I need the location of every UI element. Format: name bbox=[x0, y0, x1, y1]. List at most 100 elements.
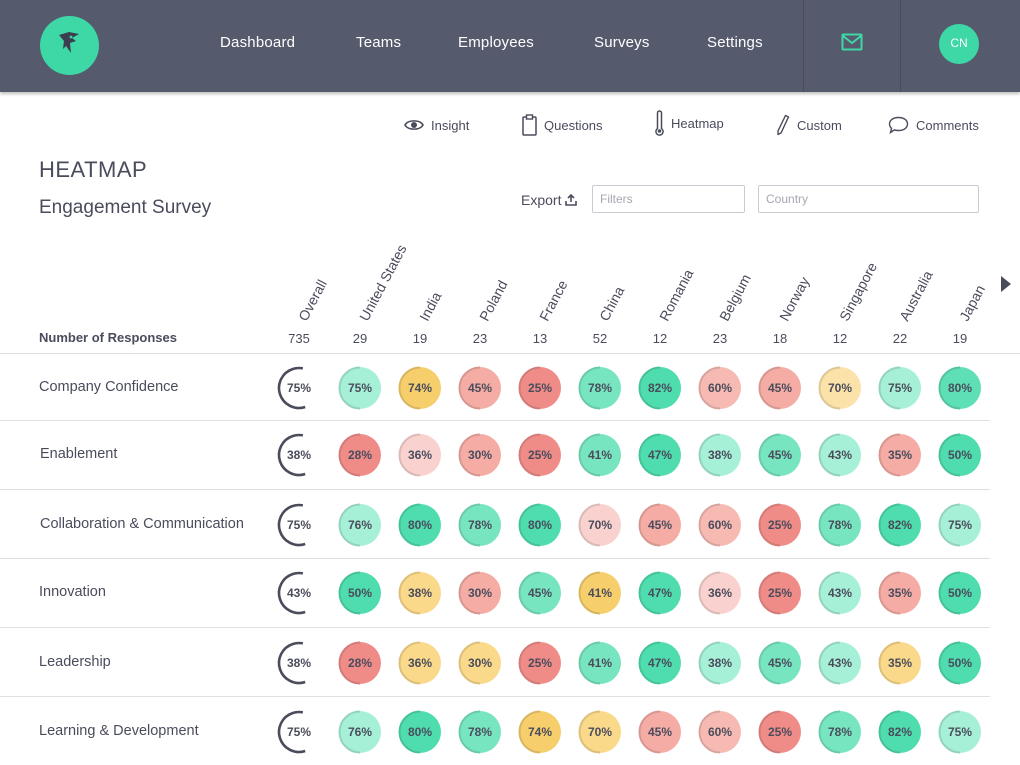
heat-cell[interactable]: 41% bbox=[578, 571, 622, 615]
overall-gauge[interactable]: 43% bbox=[276, 570, 322, 616]
tab-heatmap[interactable]: Heatmap bbox=[655, 110, 724, 136]
nav-teams[interactable]: Teams bbox=[356, 34, 401, 51]
gauge-value: 38% bbox=[286, 656, 312, 670]
heat-cell[interactable]: 25% bbox=[518, 641, 562, 685]
heat-cell[interactable]: 47% bbox=[638, 641, 682, 685]
heat-cell[interactable]: 47% bbox=[638, 433, 682, 477]
heat-cell[interactable]: 78% bbox=[818, 503, 862, 547]
heat-cell[interactable]: 80% bbox=[518, 503, 562, 547]
heat-cell[interactable]: 50% bbox=[938, 433, 982, 477]
heat-cell[interactable]: 25% bbox=[518, 433, 562, 477]
heat-cell[interactable]: 47% bbox=[638, 571, 682, 615]
heat-cell[interactable]: 76% bbox=[338, 710, 382, 754]
heat-cell[interactable]: 78% bbox=[458, 710, 502, 754]
heat-cell[interactable]: 41% bbox=[578, 641, 622, 685]
heat-cell[interactable]: 80% bbox=[398, 710, 442, 754]
nav-surveys[interactable]: Surveys bbox=[594, 34, 650, 51]
heat-cell[interactable]: 76% bbox=[338, 503, 382, 547]
heat-cell[interactable]: 75% bbox=[338, 366, 382, 410]
heat-cell[interactable]: 78% bbox=[818, 710, 862, 754]
heat-cell[interactable]: 60% bbox=[698, 366, 742, 410]
heat-cell[interactable]: 38% bbox=[398, 571, 442, 615]
chevron-right-icon[interactable] bbox=[1000, 275, 1012, 293]
tab-custom-label: Custom bbox=[797, 117, 842, 133]
overall-gauge[interactable]: 38% bbox=[276, 432, 322, 478]
page-subtitle: Engagement Survey bbox=[39, 197, 212, 218]
heat-cell[interactable]: 30% bbox=[458, 571, 502, 615]
row-label[interactable]: Company Confidence bbox=[39, 379, 178, 395]
row-label[interactable]: Leadership bbox=[39, 654, 111, 670]
heat-cell[interactable]: 74% bbox=[398, 366, 442, 410]
row-label[interactable]: Learning & Development bbox=[39, 723, 199, 739]
heat-cell[interactable]: 43% bbox=[818, 641, 862, 685]
heat-cell[interactable]: 41% bbox=[578, 433, 622, 477]
heat-cell[interactable]: 30% bbox=[458, 433, 502, 477]
heat-cell[interactable]: 80% bbox=[398, 503, 442, 547]
heat-cell[interactable]: 36% bbox=[398, 641, 442, 685]
heat-cell[interactable]: 28% bbox=[338, 641, 382, 685]
heat-cell[interactable]: 78% bbox=[578, 366, 622, 410]
heat-cell[interactable]: 38% bbox=[698, 433, 742, 477]
nav-employees[interactable]: Employees bbox=[458, 34, 534, 51]
heat-cell[interactable]: 25% bbox=[758, 710, 802, 754]
heat-cell[interactable]: 25% bbox=[518, 366, 562, 410]
heat-cell[interactable]: 28% bbox=[338, 433, 382, 477]
tab-comments[interactable]: Comments bbox=[888, 113, 979, 137]
heat-cell[interactable]: 30% bbox=[458, 641, 502, 685]
export-button[interactable]: Export bbox=[521, 192, 578, 208]
heat-cell[interactable]: 50% bbox=[938, 571, 982, 615]
heat-cell[interactable]: 60% bbox=[698, 503, 742, 547]
heat-cell[interactable]: 36% bbox=[698, 571, 742, 615]
heat-cell[interactable]: 78% bbox=[458, 503, 502, 547]
heat-cell[interactable]: 35% bbox=[878, 641, 922, 685]
heat-cell[interactable]: 45% bbox=[638, 710, 682, 754]
heat-cell[interactable]: 45% bbox=[758, 366, 802, 410]
tab-questions[interactable]: Questions bbox=[522, 113, 603, 137]
heat-cell[interactable]: 74% bbox=[518, 710, 562, 754]
heat-cell[interactable]: 25% bbox=[758, 503, 802, 547]
country-input[interactable] bbox=[758, 185, 979, 213]
overall-gauge[interactable]: 38% bbox=[276, 640, 322, 686]
heat-cell[interactable]: 50% bbox=[338, 571, 382, 615]
mail-button[interactable] bbox=[841, 33, 863, 56]
heat-cell[interactable]: 70% bbox=[818, 366, 862, 410]
row-label[interactable]: Enablement bbox=[40, 446, 117, 462]
response-count: 735 bbox=[288, 331, 310, 346]
overall-gauge[interactable]: 75% bbox=[276, 709, 322, 755]
nav-dashboard[interactable]: Dashboard bbox=[220, 34, 295, 51]
logo[interactable] bbox=[40, 16, 99, 75]
heat-cell[interactable]: 45% bbox=[758, 641, 802, 685]
heat-cell[interactable]: 80% bbox=[938, 366, 982, 410]
tab-insight[interactable]: Insight bbox=[404, 113, 469, 137]
heat-cell[interactable]: 75% bbox=[938, 710, 982, 754]
heat-cell[interactable]: 45% bbox=[518, 571, 562, 615]
heat-cell[interactable]: 82% bbox=[878, 710, 922, 754]
nav-settings[interactable]: Settings bbox=[707, 34, 763, 51]
row-label[interactable]: Collaboration & Communication bbox=[40, 516, 244, 532]
heat-cell[interactable]: 45% bbox=[458, 366, 502, 410]
heat-cell[interactable]: 82% bbox=[638, 366, 682, 410]
heat-cell[interactable]: 43% bbox=[818, 571, 862, 615]
filters-input[interactable] bbox=[592, 185, 745, 213]
avatar[interactable]: CN bbox=[939, 24, 979, 64]
heat-cell[interactable]: 38% bbox=[698, 641, 742, 685]
heat-cell[interactable]: 60% bbox=[698, 710, 742, 754]
heat-cell[interactable]: 36% bbox=[398, 433, 442, 477]
response-count: 22 bbox=[892, 331, 908, 346]
heat-cell[interactable]: 50% bbox=[938, 641, 982, 685]
heat-cell[interactable]: 25% bbox=[758, 571, 802, 615]
heat-cell[interactable]: 35% bbox=[878, 571, 922, 615]
row-label[interactable]: Innovation bbox=[39, 584, 106, 600]
heat-cell[interactable]: 45% bbox=[638, 503, 682, 547]
heat-cell[interactable]: 75% bbox=[878, 366, 922, 410]
overall-gauge[interactable]: 75% bbox=[276, 365, 322, 411]
heat-cell[interactable]: 35% bbox=[878, 433, 922, 477]
heat-cell[interactable]: 82% bbox=[878, 503, 922, 547]
heat-cell[interactable]: 75% bbox=[938, 503, 982, 547]
heat-cell[interactable]: 70% bbox=[578, 503, 622, 547]
heat-cell[interactable]: 43% bbox=[818, 433, 862, 477]
overall-gauge[interactable]: 75% bbox=[276, 502, 322, 548]
tab-custom[interactable]: Custom bbox=[776, 113, 842, 137]
heat-cell[interactable]: 45% bbox=[758, 433, 802, 477]
heat-cell[interactable]: 70% bbox=[578, 710, 622, 754]
